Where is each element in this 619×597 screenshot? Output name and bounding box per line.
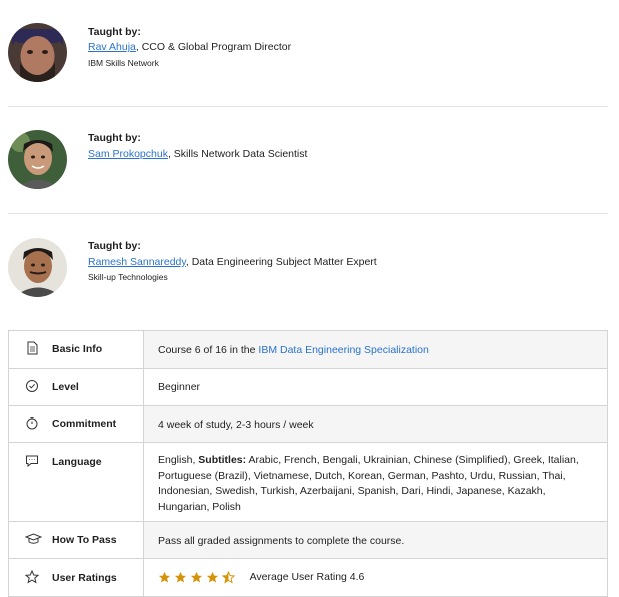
rating-text: Average User Rating 4.6	[249, 571, 365, 583]
info-value-cell: Pass all graded assignments to complete …	[143, 521, 608, 559]
star-full-icon	[190, 572, 202, 583]
info-value-cell: English, Subtitles: Arabic, French, Beng…	[143, 442, 608, 522]
info-label-cell: How To Pass	[8, 521, 144, 559]
info-row-level: Level Beginner	[8, 368, 608, 406]
info-row-commitment: Commitment 4 week of study, 2-3 hours / …	[8, 405, 608, 443]
divider	[8, 213, 608, 214]
info-row-basic: Basic Info Course 6 of 16 in the IBM Dat…	[8, 330, 608, 369]
instructor-name-link[interactable]: Ramesh Sannareddy	[88, 256, 186, 268]
instructor-name-line: Ramesh Sannareddy, Data Engineering Subj…	[88, 256, 377, 268]
info-label-cell: Basic Info	[8, 330, 144, 369]
instructor-card: Taught by: Rav Ahuja, CCO & Global Progr…	[8, 20, 608, 100]
star-full-icon	[158, 572, 171, 583]
instructor-title: , Data Engineering Subject Matter Expert	[185, 256, 377, 268]
instructor-avatar	[8, 23, 67, 82]
info-row-ratings: User Ratings Average User Rating 4.6	[8, 558, 608, 597]
instructor-avatar	[8, 238, 67, 297]
instructor-org: IBM Skills Network	[88, 58, 159, 68]
info-value-cell: Average User Rating 4.6	[143, 558, 608, 597]
language-primary: English,	[158, 454, 199, 466]
info-value-cell: Course 6 of 16 in the IBM Data Engineeri…	[143, 330, 608, 369]
instructor-org: Skill-up Technologies	[88, 272, 168, 282]
info-value-cell: 4 week of study, 2-3 hours / week	[143, 405, 608, 443]
divider	[8, 106, 608, 107]
stopwatch-icon	[26, 417, 38, 430]
info-row-how-to-pass: How To Pass Pass all graded assignments …	[8, 521, 608, 559]
info-label: User Ratings	[52, 572, 117, 584]
info-row-language: Language English, Subtitles: Arabic, Fre…	[8, 442, 608, 522]
course-info-table: Basic Info Course 6 of 16 in the IBM Dat…	[8, 330, 608, 597]
instructor-name-line: Rav Ahuja, CCO & Global Program Director	[88, 41, 291, 53]
info-label: Commitment	[52, 418, 117, 430]
specialization-link[interactable]: IBM Data Engineering Specialization	[258, 344, 428, 356]
instructor-card: Taught by: Sam Prokopchuk, Skills Networ…	[8, 130, 608, 210]
star-full-icon	[174, 572, 186, 583]
info-label: Level	[52, 381, 79, 393]
info-value-cell: Beginner	[143, 368, 608, 406]
instructor-title: , Skills Network Data Scientist	[167, 148, 308, 160]
info-label-cell: Level	[8, 368, 144, 406]
instructor-title: , CCO & Global Program Director	[135, 41, 292, 53]
star-outline-icon	[25, 570, 39, 584]
info-label: Basic Info	[52, 343, 103, 355]
info-label-cell: Commitment	[8, 405, 144, 443]
graduation-cap-icon	[25, 533, 42, 544]
info-label: How To Pass	[52, 534, 117, 546]
star-full-icon	[206, 572, 218, 583]
basic-info-prefix: Course 6 of 16 in the	[158, 344, 259, 356]
taught-by-label: Taught by:	[88, 26, 141, 38]
document-icon	[27, 341, 38, 355]
info-label-cell: User Ratings	[8, 558, 144, 597]
rating-stars	[158, 571, 238, 584]
info-label-cell: Language	[8, 442, 144, 522]
instructor-name-line: Sam Prokopchuk, Skills Network Data Scie…	[88, 148, 307, 160]
instructor-card: Taught by: Ramesh Sannareddy, Data Engin…	[8, 238, 608, 318]
check-circle-icon	[26, 380, 38, 392]
taught-by-label: Taught by:	[88, 132, 141, 144]
instructor-avatar	[8, 130, 67, 189]
instructor-name-link[interactable]: Rav Ahuja	[88, 41, 136, 53]
subtitles-label: Subtitles:	[198, 454, 247, 466]
taught-by-label: Taught by:	[88, 240, 141, 252]
star-half-icon	[221, 571, 235, 584]
chat-bubble-icon	[26, 455, 38, 468]
info-label: Language	[52, 456, 102, 468]
instructor-name-link[interactable]: Sam Prokopchuk	[88, 148, 168, 160]
